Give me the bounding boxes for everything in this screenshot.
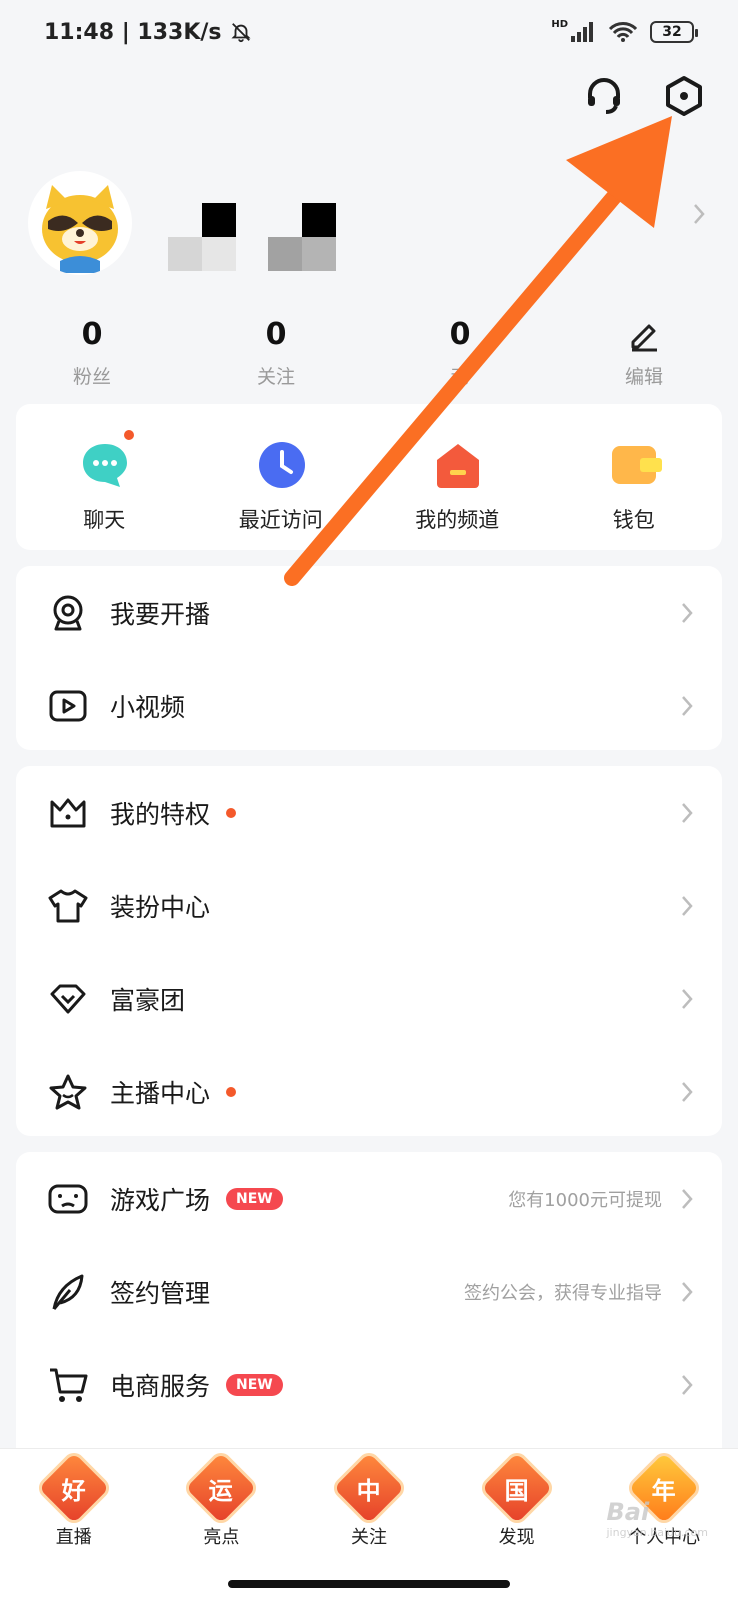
menu-contract-management[interactable]: 签约管理 签约公会，获得专业指导 xyxy=(16,1245,722,1338)
new-badge: NEW xyxy=(226,1373,283,1396)
feather-icon xyxy=(48,1272,88,1312)
chevron-right-icon xyxy=(682,602,693,623)
quick-my-channel[interactable]: 我的频道 xyxy=(369,404,546,550)
chevron-right-icon xyxy=(682,695,693,716)
baidu-watermark: Bai jingyan.baidu.com xyxy=(606,1498,708,1539)
status-time: 11:48 xyxy=(44,19,115,45)
masked-username xyxy=(168,175,336,271)
pixelated-name-block xyxy=(268,203,336,271)
status-left: 11:48 | 133K/s xyxy=(44,20,252,45)
new-badge: NEW xyxy=(226,1187,283,1210)
house-icon xyxy=(433,440,481,488)
menu-hint: 您有1000元可提现 xyxy=(508,1189,662,1211)
diamond-icon xyxy=(48,979,88,1019)
tab-discover[interactable]: 国 发现 xyxy=(443,1449,591,1600)
chevron-right-icon xyxy=(682,802,693,823)
bell-muted-icon xyxy=(230,23,251,43)
tshirt-icon xyxy=(48,886,88,926)
play-video-icon xyxy=(48,686,88,726)
webcam-icon xyxy=(48,593,88,633)
status-bar: 11:48 | 133K/s HD 32 xyxy=(0,0,738,64)
menu-game-plaza[interactable]: 游戏广场 NEW 您有1000元可提现 xyxy=(16,1152,722,1245)
stat-posts[interactable]: 0 动 xyxy=(368,316,552,389)
quick-recent-visits[interactable]: 最近访问 xyxy=(193,404,370,550)
menu-hint: 签约公会，获得专业指导 xyxy=(464,1282,662,1304)
tab-highlights[interactable]: 运 亮点 xyxy=(148,1449,296,1600)
chat-bubble-icon xyxy=(80,430,135,488)
menu-card-services: 游戏广场 NEW 您有1000元可提现 签约管理 签约公会，获得专业指导 电商服… xyxy=(16,1152,722,1448)
menu-rich-club[interactable]: 富豪团 xyxy=(16,952,722,1045)
menu-card-live: 我要开播 小视频 xyxy=(16,566,722,750)
pixelated-name-block xyxy=(168,203,236,271)
tab-follow[interactable]: 中 关注 xyxy=(295,1449,443,1600)
tab-diamond-icon: 国 xyxy=(481,1452,552,1524)
chevron-right-icon xyxy=(694,204,705,224)
menu-card-privileges: 我的特权 装扮中心 富豪团 主播中心 xyxy=(16,766,722,1136)
chevron-right-icon xyxy=(682,1188,693,1209)
clock-icon xyxy=(257,440,305,488)
chevron-right-icon xyxy=(682,1081,693,1102)
menu-my-privileges[interactable]: 我的特权 xyxy=(16,766,722,859)
edit-profile-button[interactable]: 编辑 xyxy=(552,316,736,389)
quick-chat[interactable]: 聊天 xyxy=(16,404,193,550)
notification-dot xyxy=(226,1086,237,1097)
menu-ecommerce-service[interactable]: 电商服务 NEW xyxy=(16,1338,722,1431)
settings-icon[interactable] xyxy=(660,72,708,120)
tab-diamond-icon: 运 xyxy=(186,1452,257,1524)
gamepad-icon xyxy=(48,1179,88,1219)
top-actions xyxy=(580,72,708,120)
menu-dress-up-center[interactable]: 装扮中心 xyxy=(16,859,722,952)
wifi-icon xyxy=(608,22,638,42)
stat-fans[interactable]: 0 粉丝 xyxy=(0,316,184,389)
battery-icon: 32 xyxy=(650,21,698,43)
tab-diamond-icon: 中 xyxy=(333,1452,405,1524)
chevron-right-icon xyxy=(682,988,693,1009)
menu-anchor-center[interactable]: 主播中心 xyxy=(16,1045,722,1138)
chevron-right-icon xyxy=(682,1281,693,1302)
hd-label: HD xyxy=(551,18,568,30)
status-right: HD 32 xyxy=(551,18,698,43)
star-icon xyxy=(48,1072,88,1112)
menu-start-live[interactable]: 我要开播 xyxy=(16,566,722,659)
stats-row: 0 粉丝 0 关注 0 动 编辑 xyxy=(0,316,738,389)
home-indicator[interactable] xyxy=(228,1580,510,1588)
notification-dot xyxy=(226,807,237,818)
profile-header[interactable] xyxy=(28,168,710,278)
chevron-right-icon xyxy=(682,1374,693,1395)
avatar[interactable] xyxy=(28,171,132,275)
tab-live[interactable]: 好 直播 xyxy=(0,1449,148,1600)
crown-icon xyxy=(48,793,88,833)
quick-actions-card: 聊天 最近访问 我的频道 钱包 xyxy=(16,404,722,550)
chevron-right-icon xyxy=(682,895,693,916)
tab-diamond-icon: 好 xyxy=(38,1452,110,1524)
quick-wallet[interactable]: 钱包 xyxy=(546,404,723,550)
pencil-icon xyxy=(627,316,661,354)
network-speed: 133K/s xyxy=(137,19,222,45)
raccoon-mascot-icon xyxy=(42,185,118,273)
signal-icon xyxy=(571,22,593,42)
unread-dot xyxy=(124,430,135,440)
stat-following[interactable]: 0 关注 xyxy=(184,316,368,389)
cart-icon xyxy=(48,1365,88,1405)
menu-short-video[interactable]: 小视频 xyxy=(16,659,722,752)
customer-service-icon[interactable] xyxy=(580,72,628,120)
wallet-icon xyxy=(610,440,662,488)
